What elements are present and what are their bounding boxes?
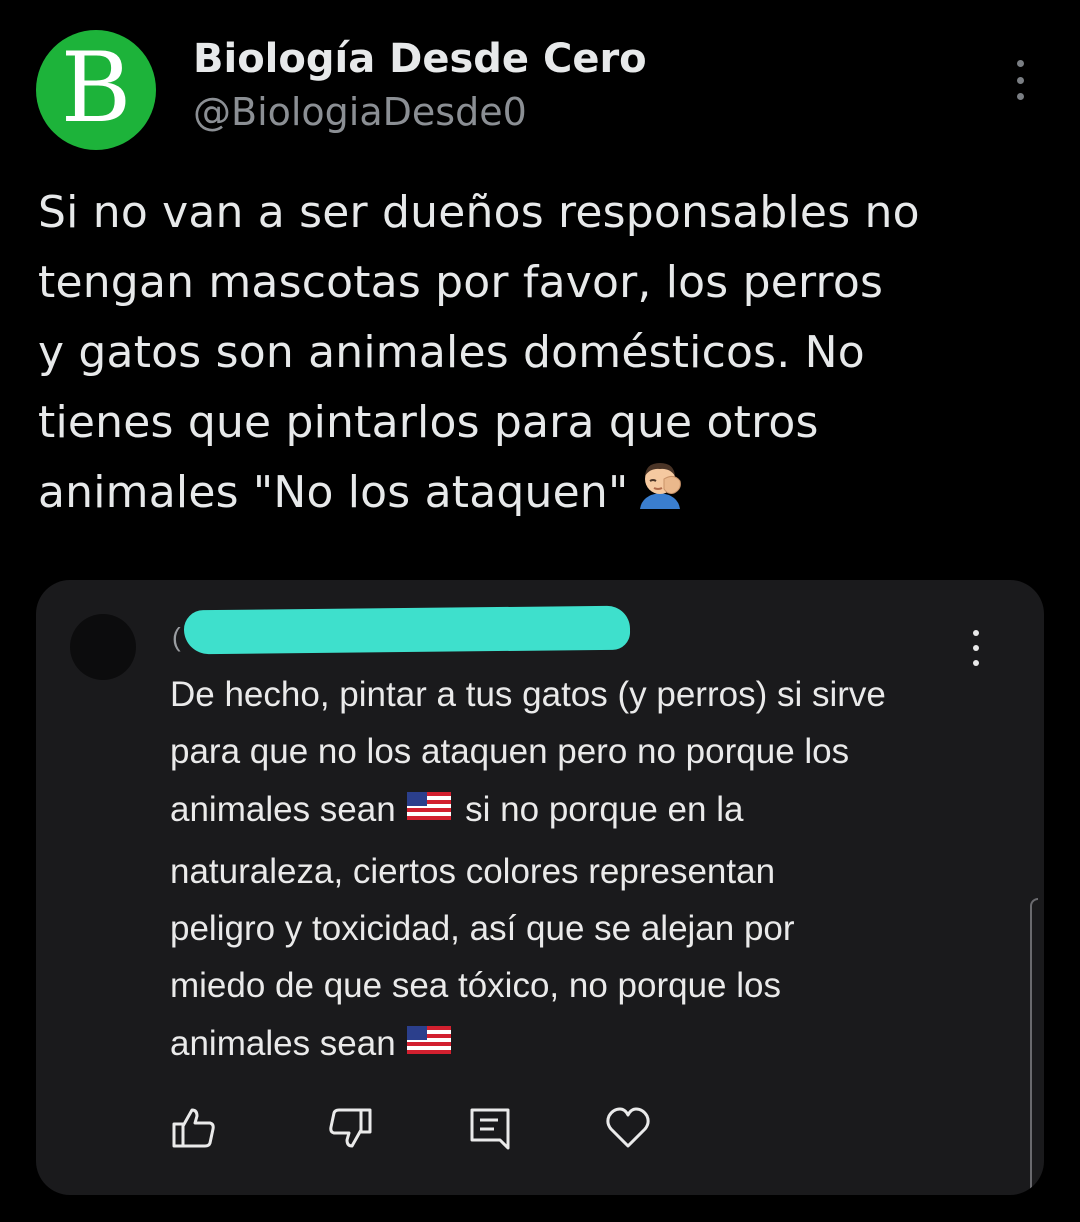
- comment-text-line: animales sean: [170, 789, 396, 829]
- tweet: B Biología Desde Cero @BiologiaDesde0 Si…: [0, 0, 1080, 1222]
- comment-text-line: naturaleza, ciertos colores representan: [170, 852, 776, 891]
- quoted-comment-card[interactable]: ( De hecho, pintar a tus gatos (y perros…: [36, 580, 1044, 1195]
- comment-text-line: para que no los ataquen pero no porque l…: [170, 732, 850, 771]
- tweet-text-line: tengan mascotas por favor, los perros: [38, 257, 884, 308]
- avatar-letter: B: [60, 32, 132, 144]
- comment-author-avatar[interactable]: [70, 614, 136, 680]
- comment-text-line: animales sean: [170, 1023, 396, 1063]
- tweet-text-line-last: animales "No los ataquen": [38, 458, 1048, 532]
- comment-text-line: si no porque en la: [465, 789, 744, 829]
- redaction-mark: [183, 605, 631, 655]
- us-flag-icon: [407, 1014, 452, 1071]
- comment-text-line: De hecho, pintar a tus gatos (y perros) …: [170, 675, 886, 714]
- tweet-text-line: animales "No los ataquen": [38, 467, 629, 518]
- dislike-icon[interactable]: [326, 1104, 374, 1152]
- reply-icon[interactable]: [466, 1104, 514, 1152]
- tweet-text-line: y gatos son animales domésticos. No: [38, 327, 865, 378]
- us-flag-icon: [407, 780, 452, 837]
- tweet-text-line: Si no van a ser dueños responsables no: [38, 187, 920, 238]
- display-name[interactable]: Biología Desde Cero: [193, 36, 647, 82]
- comment-text: De hecho, pintar a tus gatos (y perros) …: [170, 666, 1010, 1077]
- profile-avatar[interactable]: B: [36, 30, 156, 150]
- heart-icon[interactable]: [604, 1104, 652, 1152]
- like-icon[interactable]: [170, 1104, 218, 1152]
- more-options-icon[interactable]: [1008, 60, 1032, 100]
- comment-text-line-with-flag: animales sean: [170, 1014, 1010, 1077]
- comment-text-line-with-flag: animales sean si no porque en la: [170, 780, 1010, 843]
- tweet-text-line: tienes que pintarlos para que otros: [38, 397, 819, 448]
- comment-author-name: (: [172, 622, 181, 652]
- facepalm-emoji-icon: [634, 459, 686, 532]
- comment-text-line: peligro y toxicidad, así que se alejan p…: [170, 909, 795, 948]
- user-handle[interactable]: @BiologiaDesde0: [193, 90, 527, 134]
- comment-more-options-icon[interactable]: [966, 630, 986, 666]
- comment-action-bar: [36, 1100, 1044, 1160]
- tweet-text: Si no van a ser dueños responsables no t…: [38, 178, 1048, 532]
- comment-text-line: miedo de que sea tóxico, no porque los: [170, 966, 781, 1005]
